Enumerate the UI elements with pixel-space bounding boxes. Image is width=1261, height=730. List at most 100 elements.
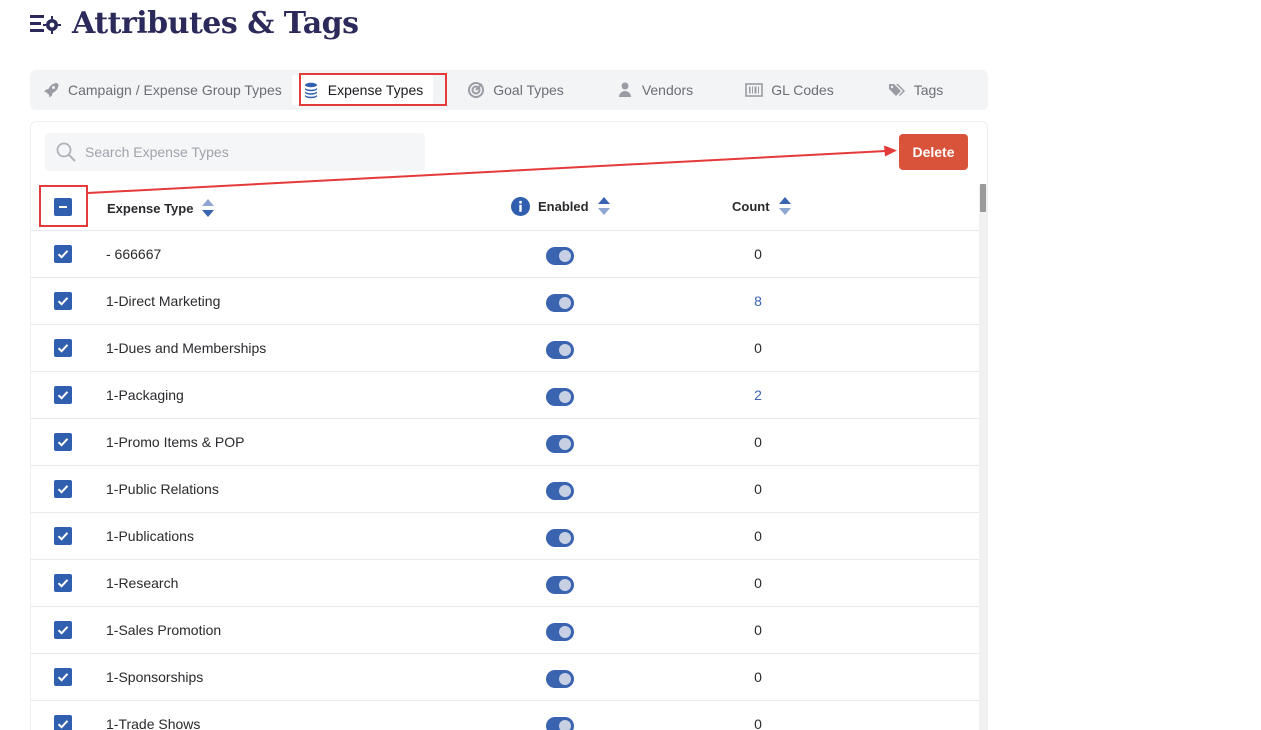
row-checkbox[interactable]	[54, 574, 72, 592]
scrollbar-thumb[interactable]	[980, 184, 986, 212]
table-body: - 666667 0 1-Direct Marketing 8 1-Dues and M…	[31, 231, 979, 730]
tags-icon	[888, 84, 905, 96]
table-scrollbar[interactable]	[979, 184, 987, 730]
tab-expense-types[interactable]: Expense Types	[291, 75, 434, 105]
search-icon	[56, 142, 76, 162]
rocket-icon	[44, 83, 59, 98]
expense-type-name: 1-Trade Shows	[106, 716, 201, 730]
tab-label: Goal Types	[493, 82, 564, 98]
tab-vendors[interactable]: Vendors	[610, 75, 699, 105]
tab-label: Vendors	[641, 82, 694, 98]
info-icon[interactable]	[511, 196, 530, 216]
expense-count: 0	[754, 575, 762, 591]
row-checkbox[interactable]	[54, 245, 72, 263]
expense-count[interactable]: 8	[731, 293, 785, 309]
page-header: Attributes & Tags	[30, 6, 359, 41]
expense-type-name: 1-Public Relations	[106, 481, 219, 497]
sort-icon[interactable]	[597, 196, 611, 216]
row-checkbox[interactable]	[54, 386, 72, 404]
enabled-toggle[interactable]	[546, 670, 574, 688]
expense-count: 0	[754, 528, 762, 544]
table-row[interactable]: 1-Promo Items & POP 0	[31, 419, 979, 466]
table-row[interactable]: 1-Trade Shows 0	[31, 701, 979, 730]
expense-count: 0	[754, 340, 762, 356]
tab-tags[interactable]: Tags	[882, 75, 950, 105]
table-row[interactable]: 1-Packaging 2	[31, 372, 979, 419]
expense-count: 0	[754, 669, 762, 685]
enabled-toggle[interactable]	[546, 717, 574, 730]
row-checkbox[interactable]	[54, 715, 72, 730]
tab-campaign-expense-group-types[interactable]: Campaign / Expense Group Types	[36, 75, 288, 105]
tab-goal-types[interactable]: Goal Types	[461, 75, 570, 105]
check-icon	[57, 344, 69, 353]
table-row[interactable]: 1-Dues and Memberships 0	[31, 325, 979, 372]
search-box	[45, 133, 425, 171]
row-checkbox[interactable]	[54, 433, 72, 451]
column-header-count[interactable]: Count	[732, 196, 792, 216]
row-checkbox[interactable]	[54, 480, 72, 498]
page-title: Attributes & Tags	[72, 6, 359, 41]
table-row[interactable]: 1-Direct Marketing 8	[31, 278, 979, 325]
enabled-toggle[interactable]	[546, 529, 574, 547]
enabled-toggle[interactable]	[546, 435, 574, 453]
coins-stack-icon	[304, 82, 317, 99]
enabled-toggle[interactable]	[546, 341, 574, 359]
column-header-label: Enabled	[538, 198, 589, 214]
expense-type-name: 1-Sponsorships	[106, 669, 204, 685]
check-icon	[57, 626, 69, 635]
select-all-checkbox[interactable]	[54, 198, 72, 216]
check-icon	[57, 297, 69, 306]
sort-icon[interactable]	[778, 196, 792, 216]
barcode-icon	[745, 83, 763, 97]
table-row[interactable]: 1-Research 0	[31, 560, 979, 607]
enabled-toggle[interactable]	[546, 623, 574, 641]
check-icon	[57, 250, 69, 259]
expense-type-name: 1-Direct Marketing	[106, 293, 221, 309]
expense-type-name: 1-Publications	[106, 528, 194, 544]
tab-bar: Campaign / Expense Group Types Expense T…	[30, 70, 988, 110]
row-checkbox[interactable]	[54, 339, 72, 357]
tab-label: Campaign / Expense Group Types	[68, 82, 282, 98]
row-checkbox[interactable]	[54, 668, 72, 686]
table-row[interactable]: 1-Public Relations 0	[31, 466, 979, 513]
row-checkbox[interactable]	[54, 292, 72, 310]
list-settings-icon	[30, 14, 61, 34]
search-input[interactable]	[85, 144, 405, 160]
expense-types-panel: Delete Expense Type Enabled	[30, 121, 988, 730]
check-icon	[57, 720, 69, 729]
enabled-toggle[interactable]	[546, 294, 574, 312]
tab-gl-codes[interactable]: GL Codes	[739, 75, 840, 105]
delete-button[interactable]: Delete	[899, 134, 968, 170]
table-header: Expense Type Enabled Count	[31, 184, 979, 231]
check-icon	[57, 532, 69, 541]
row-checkbox[interactable]	[54, 527, 72, 545]
column-header-expense-type[interactable]: Expense Type	[107, 198, 215, 218]
enabled-toggle[interactable]	[546, 576, 574, 594]
enabled-toggle[interactable]	[546, 388, 574, 406]
expense-type-name: 1-Promo Items & POP	[106, 434, 245, 450]
expense-type-name: 1-Packaging	[106, 387, 184, 403]
column-header-label: Count	[732, 198, 770, 214]
target-icon	[468, 82, 485, 98]
column-header-enabled[interactable]: Enabled	[511, 196, 611, 216]
minus-icon	[59, 206, 67, 208]
enabled-toggle[interactable]	[546, 482, 574, 500]
row-checkbox[interactable]	[54, 621, 72, 639]
expense-type-name: 1-Sales Promotion	[106, 622, 222, 638]
table-row[interactable]: - 666667 0	[31, 231, 979, 278]
sort-icon[interactable]	[201, 198, 215, 218]
table-row[interactable]: 1-Publications 0	[31, 513, 979, 560]
column-header-label: Expense Type	[107, 200, 194, 216]
expense-count[interactable]: 2	[731, 387, 785, 403]
expense-types-table: Expense Type Enabled Count - 666667 0 1-…	[31, 184, 979, 730]
enabled-toggle[interactable]	[546, 247, 574, 265]
expense-count: 0	[754, 716, 762, 730]
expense-type-name: 1-Dues and Memberships	[106, 340, 267, 356]
expense-type-name: - 666667	[106, 246, 162, 262]
table-row[interactable]: 1-Sponsorships 0	[31, 654, 979, 701]
check-icon	[57, 673, 69, 682]
check-icon	[57, 485, 69, 494]
expense-count: 0	[754, 246, 762, 262]
table-row[interactable]: 1-Sales Promotion 0	[31, 607, 979, 654]
expense-count: 0	[754, 481, 762, 497]
